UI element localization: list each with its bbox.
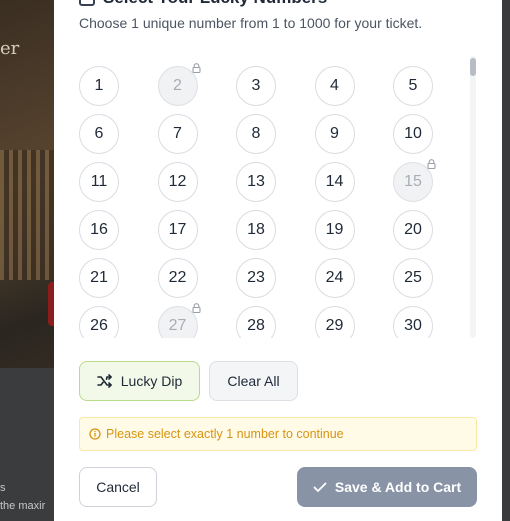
number-label: 30 [404,317,422,334]
number-cell[interactable]: 5 [393,66,433,106]
number-label: 17 [168,221,187,238]
number-cell[interactable]: 25 [393,258,433,298]
lock-icon [191,63,201,73]
number-label: 10 [404,125,422,142]
number-cell[interactable]: 20 [393,210,433,250]
number-label: 22 [168,269,187,286]
number-cell[interactable]: 16 [79,210,119,250]
number-label: 27 [168,317,187,334]
number-label: 2 [173,77,182,94]
page-text-fragment: the maxir [0,500,46,512]
lock-icon [427,159,436,169]
number-cell[interactable]: 26 [79,306,119,338]
number-label: 3 [251,77,261,94]
scrollbar-thumb[interactable] [470,58,476,76]
number-cell[interactable]: 17 [157,210,198,250]
number-label: 12 [168,173,187,190]
number-label: 18 [247,221,265,238]
number-label: 13 [247,173,265,190]
number-grid-scroll-area[interactable]: 1 2 3 4 5 6 7 8 9 10 11 12 13 14 15 16 17 18 19 20 21 22 23 24 2… [79,58,474,338]
number-label: 25 [404,269,422,286]
number-cell[interactable]: 11 [79,162,119,202]
number-label: 16 [90,221,108,238]
save-label: Save & Add to Cart [334,479,462,495]
number-cell[interactable]: 9 [314,114,355,154]
number-cell[interactable]: 6 [79,114,119,154]
number-cell[interactable]: 29 [314,306,355,338]
number-label: 28 [247,317,265,334]
number-cell[interactable]: 13 [236,162,276,202]
number-label: 20 [404,221,422,238]
number-cell[interactable]: 14 [314,162,355,202]
number-label: 14 [325,173,344,190]
lock-icon [191,303,201,313]
number-cell[interactable]: 8 [236,114,276,154]
number-label: 29 [325,317,344,334]
number-label: 1 [94,77,104,94]
number-label: 26 [90,317,108,334]
modal-header: Select Your Lucky Numbers [79,0,327,8]
number-label: 7 [173,125,182,142]
number-cell[interactable]: 3 [236,66,276,106]
number-cell[interactable]: 24 [314,258,355,298]
modal-title: Select Your Lucky Numbers [103,0,327,8]
number-cell[interactable]: 30 [393,306,433,338]
number-label: 5 [408,77,418,94]
lucky-dip-button[interactable]: Lucky Dip [79,361,200,401]
hero-text: er [0,38,20,59]
number-cell[interactable]: 22 [157,258,198,298]
info-icon [89,428,101,440]
lucky-dip-label: Lucky Dip [120,373,183,389]
number-cell[interactable]: 12 [157,162,198,202]
number-cell[interactable]: 28 [236,306,276,338]
number-label: 6 [94,125,104,142]
number-label: 11 [90,173,108,190]
number-cell-locked: 27 [157,303,201,338]
modal-subtitle: Choose 1 unique number from 1 to 1000 fo… [79,15,423,31]
ticket-icon [79,0,95,6]
lucky-numbers-modal: Select Your Lucky Numbers Choose 1 uniqu… [54,0,502,521]
number-label: 24 [325,269,344,286]
scrollbar[interactable] [470,56,476,338]
number-cell[interactable]: 1 [79,66,119,106]
number-label: 23 [247,269,265,286]
warning-text: Please select exactly 1 number to contin… [106,427,344,441]
clear-all-button[interactable]: Clear All [209,361,298,401]
check-icon [313,482,327,492]
save-add-to-cart-button[interactable]: Save & Add to Cart [297,467,477,507]
number-label: 4 [330,77,339,94]
number-cell[interactable]: 7 [157,114,198,154]
number-label: 19 [325,221,344,238]
number-cell-locked: 2 [157,63,201,106]
number-label: 9 [330,125,339,142]
selection-warning: Please select exactly 1 number to contin… [79,417,477,451]
number-cell[interactable]: 4 [314,66,355,106]
number-grid: 1 2 3 4 5 6 7 8 9 10 11 12 13 14 15 16 17 18 19 20 21 22 23 24 2… [79,63,436,338]
number-cell[interactable]: 23 [236,258,276,298]
number-cell-locked: 15 [393,159,436,202]
shuffle-icon [96,374,112,388]
number-cell[interactable]: 21 [79,258,119,298]
number-cell[interactable]: 18 [236,210,276,250]
page-text-fragment: s [0,482,6,494]
number-label: 21 [90,269,108,286]
cancel-button[interactable]: Cancel [79,467,157,507]
number-cell[interactable]: 19 [314,210,355,250]
number-label: 8 [251,125,261,142]
number-cell[interactable]: 10 [393,114,433,154]
page-right-edge [502,0,510,521]
number-label: 15 [404,173,422,190]
